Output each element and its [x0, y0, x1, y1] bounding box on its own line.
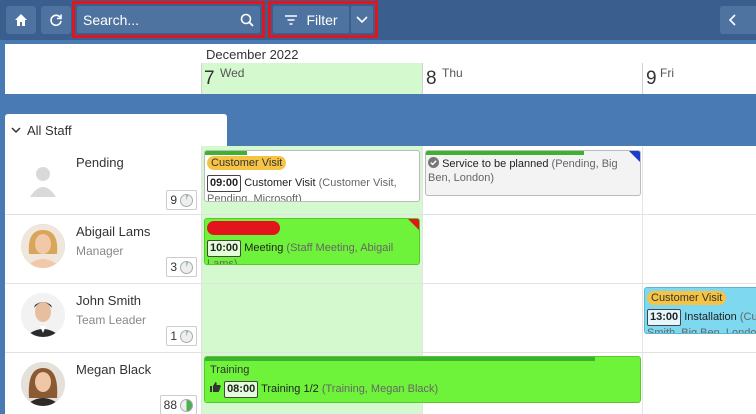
appointment-count-badge[interactable]: 9	[166, 190, 197, 210]
search-placeholder: Search...	[83, 11, 140, 28]
search-input[interactable]: Search...	[77, 6, 260, 33]
check-circle-icon	[428, 157, 439, 168]
resource-name: Pending	[76, 155, 124, 170]
appointment-title: Training 1/2	[261, 383, 319, 395]
person-photo-icon	[21, 362, 65, 406]
day-name: Fri	[660, 66, 674, 80]
previous-button[interactable]	[720, 6, 756, 34]
filter-button[interactable]: Filter	[273, 6, 349, 33]
schedule-grid: Pending 9 Abigail Lams Manager 3 John Sm…	[5, 146, 756, 414]
appointment-installation[interactable]: Customer Visit 13:00 Installation (Custo…	[644, 287, 756, 334]
resource-name: John Smith	[76, 293, 142, 308]
progress-bar	[426, 151, 584, 155]
category-tag: Training	[210, 364, 250, 376]
chevron-down-icon	[356, 15, 368, 23]
appointment-details: (Training, Megan Black)	[321, 383, 439, 395]
progress-bar	[205, 357, 595, 361]
day-header-wed[interactable]: 7 Wed	[202, 63, 422, 94]
filter-label: Filter	[306, 11, 338, 28]
category-tag: Customer Visit	[647, 291, 727, 305]
group-all-staff[interactable]: All Staff	[5, 114, 227, 146]
refresh-button[interactable]	[41, 6, 71, 34]
filter-highlight: Filter	[268, 1, 378, 38]
day-number: 8	[426, 68, 437, 89]
category-tag: Staff Meeting	[207, 221, 280, 235]
person-placeholder-icon	[30, 167, 56, 197]
month-label: December 2022	[206, 47, 299, 62]
avatar	[21, 157, 65, 201]
appointment-title: Service to be planned	[442, 158, 549, 170]
appointment-title: Meeting	[244, 242, 284, 254]
chevron-down-icon	[11, 126, 21, 133]
appointment-service-to-be-planned[interactable]: Service to be planned (Pending, Big Ben,…	[425, 150, 641, 196]
resource-role: Manager	[76, 244, 124, 258]
appointment-training[interactable]: Training 08:00 Training 1/2 (Training, M…	[204, 356, 641, 403]
filter-dropdown-button[interactable]	[351, 6, 373, 33]
appointment-time: 09:00	[207, 175, 242, 192]
appointment-staff-meeting[interactable]: Staff Meeting 10:00 Meeting (Staff Meeti…	[204, 218, 420, 265]
day-name: Thu	[442, 66, 463, 80]
count-value: 3	[170, 260, 177, 274]
avatar	[21, 362, 65, 406]
toolbar: Search... Filter	[0, 0, 756, 40]
pie-progress-icon	[180, 193, 193, 207]
resource-cell: Pending 9	[5, 146, 202, 214]
group-label: All Staff	[27, 122, 72, 138]
appointment-customer-visit[interactable]: Customer Visit 09:00 Customer Visit (Cus…	[204, 150, 420, 202]
person-photo-icon	[21, 224, 65, 268]
resource-name: Abigail Lams	[76, 224, 151, 239]
appointment-count-badge[interactable]: 3	[166, 257, 197, 277]
avatar	[21, 224, 65, 268]
day-header-thu[interactable]: 8 Thu	[423, 63, 642, 94]
day-name: Wed	[220, 66, 245, 80]
search-highlight: Search...	[72, 1, 265, 38]
day-number: 9	[646, 68, 657, 89]
day-header: December 2022 7 Wed 8 Thu 9 Fri	[5, 44, 756, 94]
progress-bar	[205, 151, 247, 155]
day-number: 7	[204, 68, 215, 89]
count-value: 88	[163, 398, 177, 412]
appointment-time: 13:00	[647, 309, 682, 326]
resource-cell: John Smith Team Leader 1	[5, 284, 202, 352]
avatar	[21, 293, 65, 337]
resource-name: Megan Black	[76, 362, 152, 377]
day-header-fri[interactable]: 9 Fri	[643, 63, 756, 94]
appointment-title: Customer Visit	[244, 177, 316, 189]
resource-cell: Megan Black 88	[5, 353, 202, 414]
home-button[interactable]	[6, 6, 36, 34]
search-icon	[240, 13, 254, 27]
appointment-count-badge[interactable]: 88	[159, 395, 197, 414]
resource-role: Team Leader	[76, 313, 147, 327]
person-photo-icon	[21, 293, 65, 337]
resource-cell: Abigail Lams Manager 3	[5, 215, 202, 283]
count-value: 1	[170, 329, 177, 343]
chevron-left-icon	[728, 14, 736, 26]
pie-progress-icon	[180, 329, 193, 343]
count-value: 9	[170, 193, 177, 207]
pie-progress-icon	[180, 398, 193, 412]
home-icon	[15, 14, 27, 26]
thumbs-up-icon	[210, 382, 221, 392]
pie-progress-icon	[180, 260, 193, 274]
appointment-count-badge[interactable]: 1	[166, 326, 197, 346]
corner-marker	[408, 219, 419, 230]
refresh-icon	[50, 14, 62, 27]
appointment-time: 08:00	[224, 381, 259, 398]
category-tag: Customer Visit	[207, 156, 287, 170]
appointment-title: Installation	[684, 311, 737, 323]
appointment-time: 10:00	[207, 240, 242, 257]
filter-icon	[285, 14, 298, 25]
